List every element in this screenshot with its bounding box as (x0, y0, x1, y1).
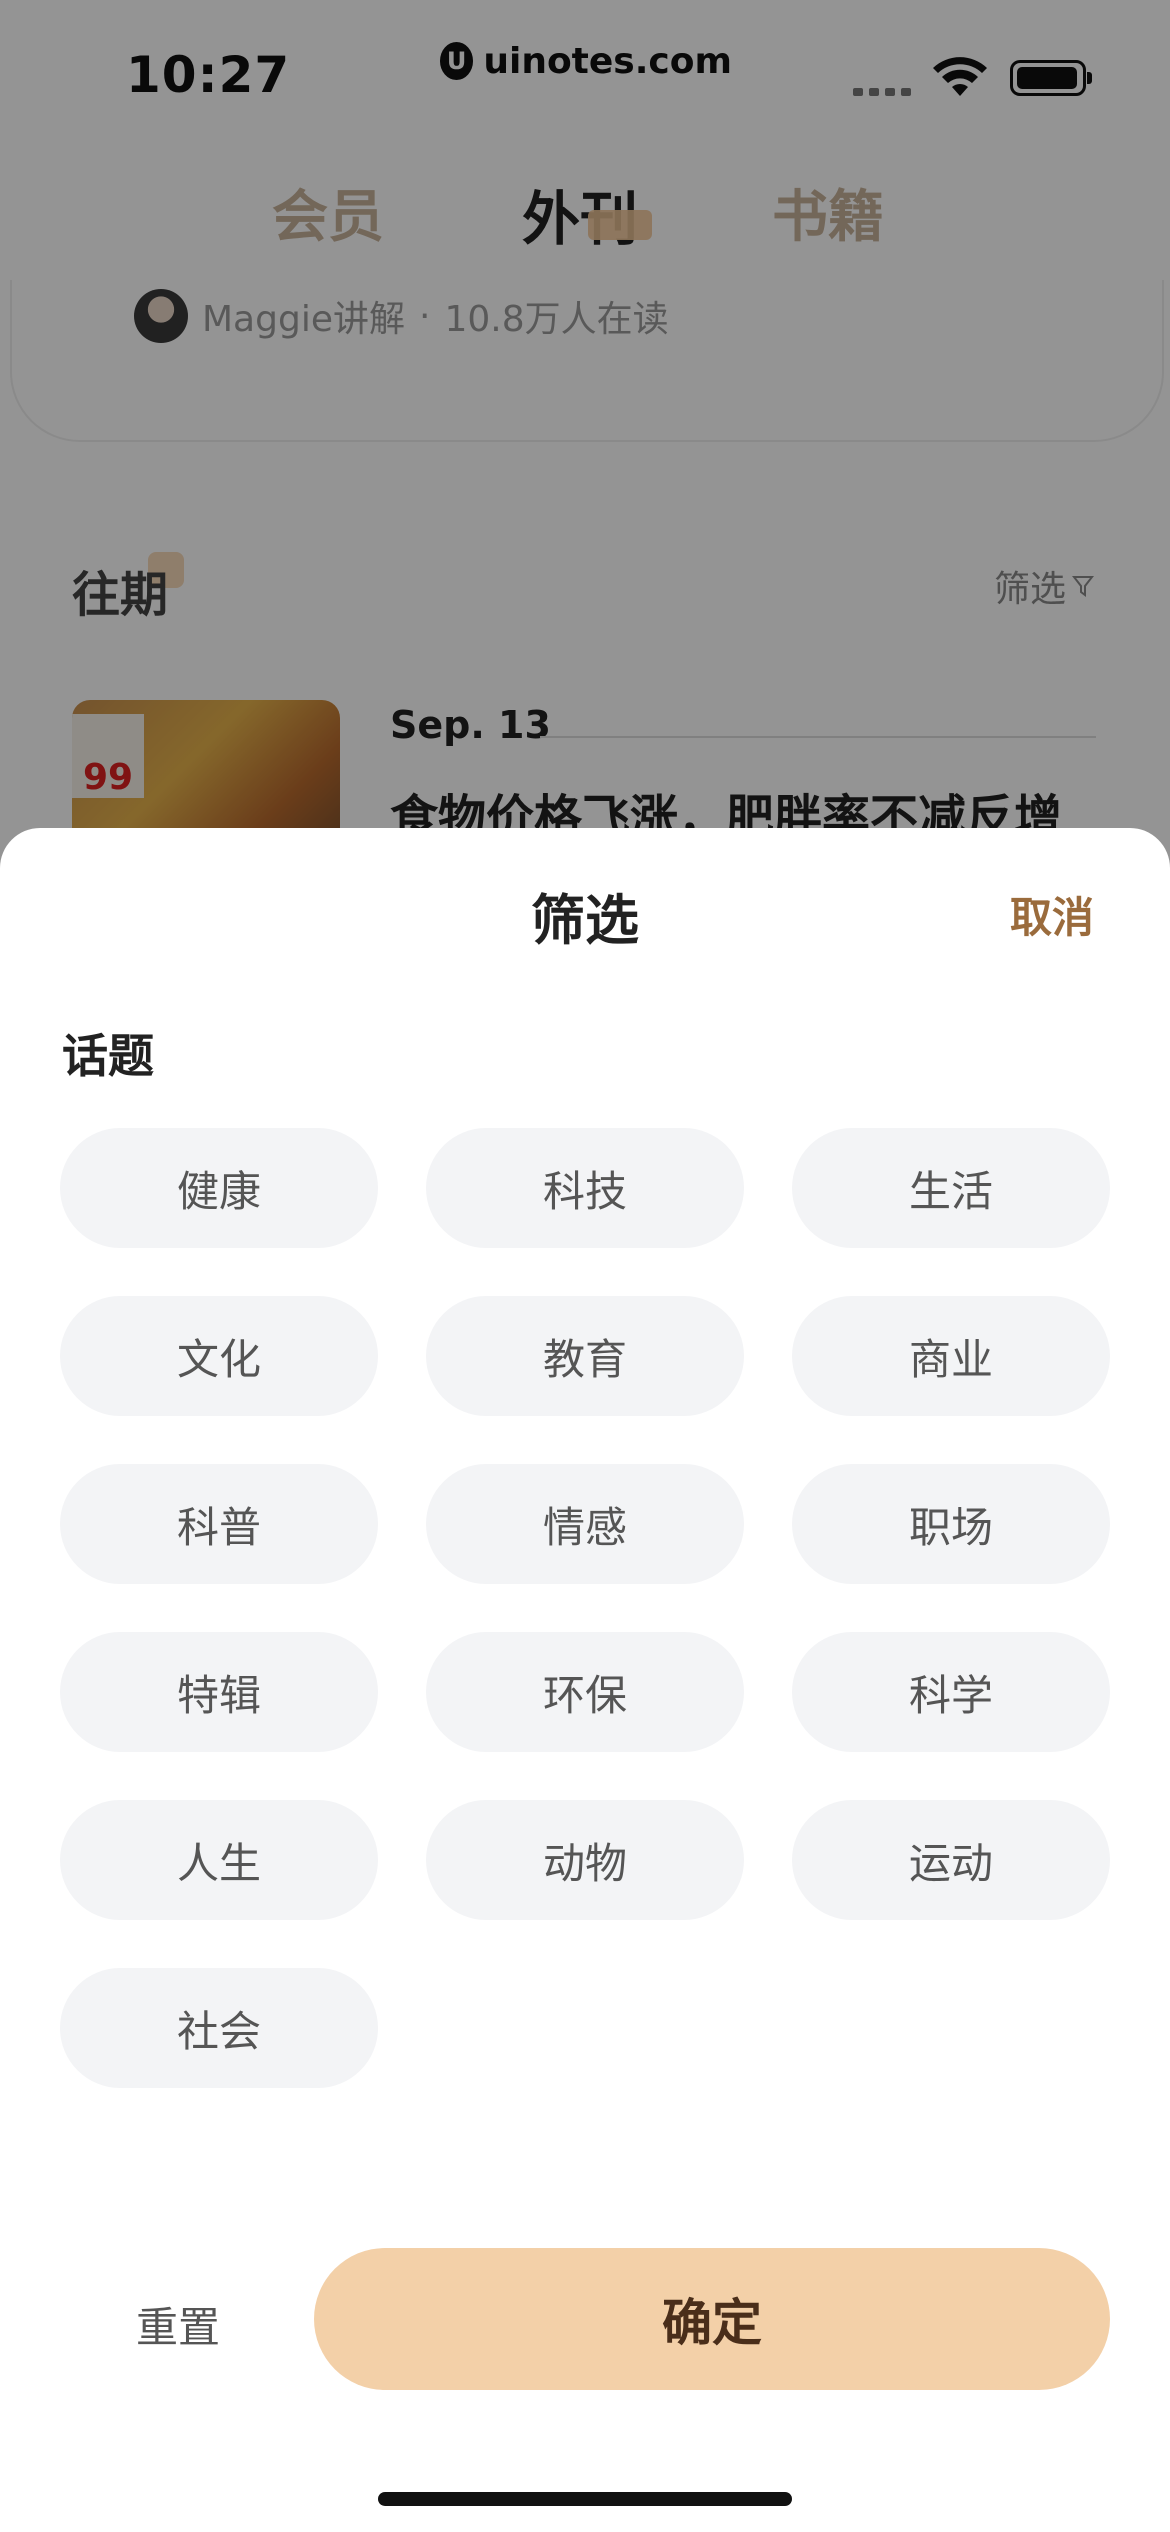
topic-chip[interactable]: 职场 (792, 1464, 1110, 1584)
topic-chip[interactable]: 科技 (426, 1128, 744, 1248)
home-indicator (378, 2492, 792, 2506)
topic-chip[interactable]: 教育 (426, 1296, 744, 1416)
cancel-button[interactable]: 取消 (1010, 884, 1094, 945)
confirm-button[interactable]: 确定 (314, 2248, 1110, 2390)
topic-chip[interactable]: 社会 (60, 1968, 378, 2088)
topic-chip[interactable]: 运动 (792, 1800, 1110, 1920)
sheet-title: 筛选 (531, 889, 639, 952)
topic-chip[interactable]: 健康 (60, 1128, 378, 1248)
topic-chip[interactable]: 特辑 (60, 1632, 378, 1752)
topic-chip[interactable]: 科学 (792, 1632, 1110, 1752)
topic-chip[interactable]: 动物 (426, 1800, 744, 1920)
topic-chip[interactable]: 环保 (426, 1632, 744, 1752)
topic-chip[interactable]: 生活 (792, 1128, 1110, 1248)
topic-chip[interactable]: 情感 (426, 1464, 744, 1584)
topic-chip[interactable]: 人生 (60, 1800, 378, 1920)
topic-chip[interactable]: 商业 (792, 1296, 1110, 1416)
reset-button[interactable]: 重置 (136, 2294, 220, 2355)
topic-chip[interactable]: 文化 (60, 1296, 378, 1416)
filter-sheet: 筛选 取消 话题 健康 科技 生活 文化 教育 商业 科普 情感 职场 特辑 环… (0, 828, 1170, 2532)
topic-section-label: 话题 (62, 1029, 154, 1083)
topic-chip[interactable]: 科普 (60, 1464, 378, 1584)
